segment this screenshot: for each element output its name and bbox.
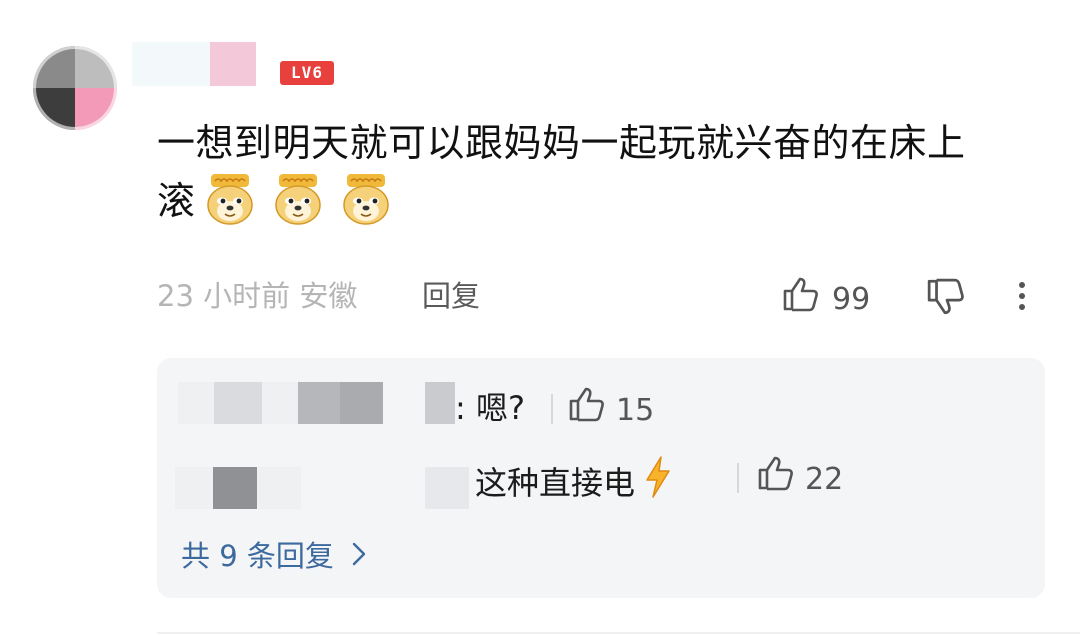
chevron-right-icon: [352, 536, 366, 576]
reply-like-button[interactable]: 22: [757, 455, 843, 504]
reply-author-mosaic: [425, 467, 469, 509]
reply-text: : 嗯?: [455, 389, 525, 427]
comment-time-location: 23 小时前 安徽: [157, 279, 358, 313]
lightning-emoji-icon: [641, 455, 675, 510]
reply-like-button[interactable]: 15: [568, 386, 654, 435]
divider: [737, 463, 739, 493]
emoji-row: [205, 172, 391, 226]
divider: [551, 394, 553, 424]
username-mosaic[interactable]: [132, 42, 257, 86]
thumbs-up-icon: [757, 455, 795, 504]
mosaic-block: [132, 42, 210, 86]
doge-emoji-icon: [205, 172, 255, 226]
mosaic-block: [210, 42, 256, 86]
reply-author-mosaic[interactable]: [175, 467, 301, 509]
more-options-icon[interactable]: [1015, 278, 1029, 318]
thumbs-up-icon: [782, 276, 820, 323]
thumbs-up-icon: [568, 386, 606, 435]
reply-author-mosaic[interactable]: [178, 382, 383, 424]
level-badge: LV6: [280, 61, 334, 85]
reply-text-content: 这种直接电: [475, 463, 636, 502]
reply-like-count: 15: [616, 392, 655, 428]
reply-text: 这种直接电: [475, 455, 675, 510]
dislike-button[interactable]: [926, 278, 966, 320]
reply-author-mosaic: [425, 382, 455, 424]
doge-emoji-icon: [273, 172, 323, 226]
like-count: 99: [832, 281, 871, 317]
thumbs-down-icon: [926, 278, 966, 320]
comment-text-line: 一想到明天就可以跟妈妈一起玩就兴奋的在床上: [157, 121, 966, 165]
view-more-replies-link[interactable]: 共 9 条回复: [181, 536, 366, 576]
divider: [157, 632, 1080, 634]
more-replies-label: 共 9 条回复: [181, 539, 334, 573]
comment-page: LV6 一想到明天就可以跟妈妈一起玩就兴奋的在床上 滚 23 小时前 安徽 回复…: [0, 0, 1080, 635]
like-button[interactable]: 99: [782, 276, 870, 323]
reply-button[interactable]: 回复: [422, 276, 480, 316]
reply-like-count: 22: [805, 461, 844, 497]
avatar-ring: [33, 46, 117, 130]
doge-emoji-icon: [341, 172, 391, 226]
